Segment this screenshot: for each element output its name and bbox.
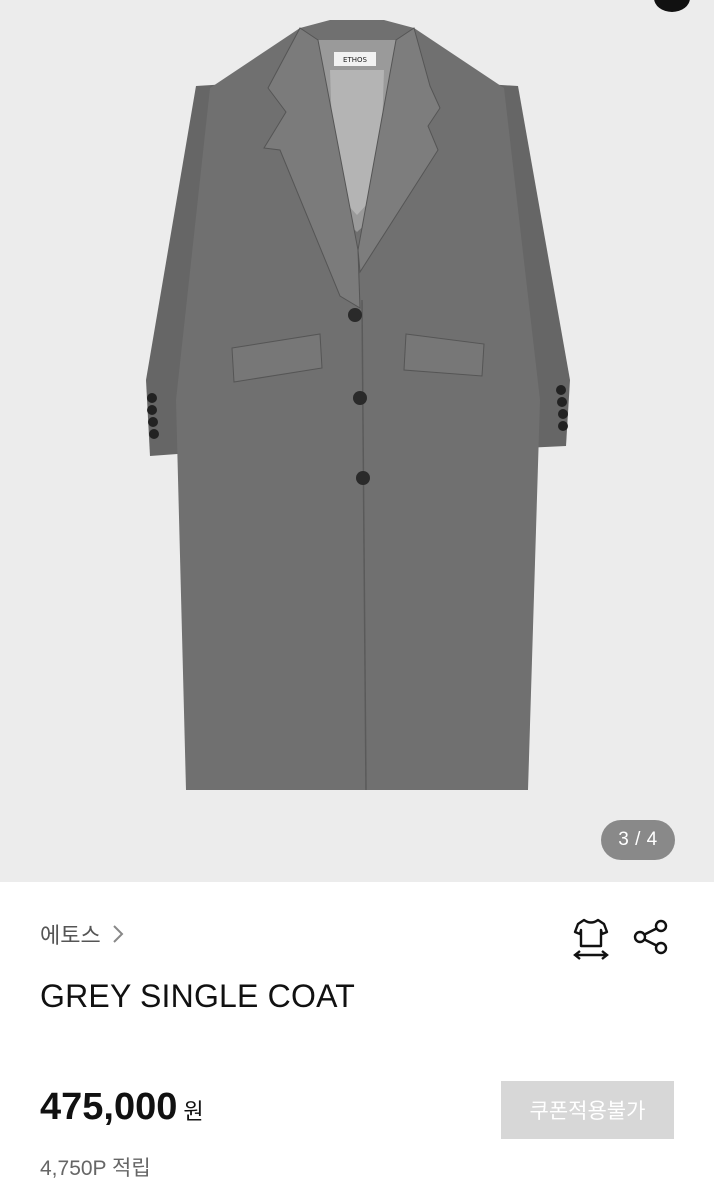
image-counter: 3 / 4 <box>601 820 675 860</box>
garment-label: ETHOS <box>343 56 367 64</box>
size-guide-icon[interactable] <box>572 916 610 960</box>
price-amount: 475,000 <box>40 1086 178 1128</box>
coat-product-image: ETHOS <box>146 20 570 791</box>
product-image-gallery[interactable]: ETHOS 3 / 4 <box>0 0 714 882</box>
share-icon[interactable] <box>632 918 670 956</box>
brand-link[interactable]: 에토스 <box>40 918 125 950</box>
chevron-right-icon <box>111 923 125 945</box>
reward-points: 4,750P 적립 <box>40 1157 151 1180</box>
price-currency: 원 <box>183 1099 204 1124</box>
brand-name: 에토스 <box>40 923 101 948</box>
price: 475,000 원 <box>40 1086 204 1129</box>
coupon-button[interactable]: 쿠폰적용불가 <box>501 1081 674 1139</box>
product-title: GREY SINGLE COAT <box>40 978 355 1014</box>
